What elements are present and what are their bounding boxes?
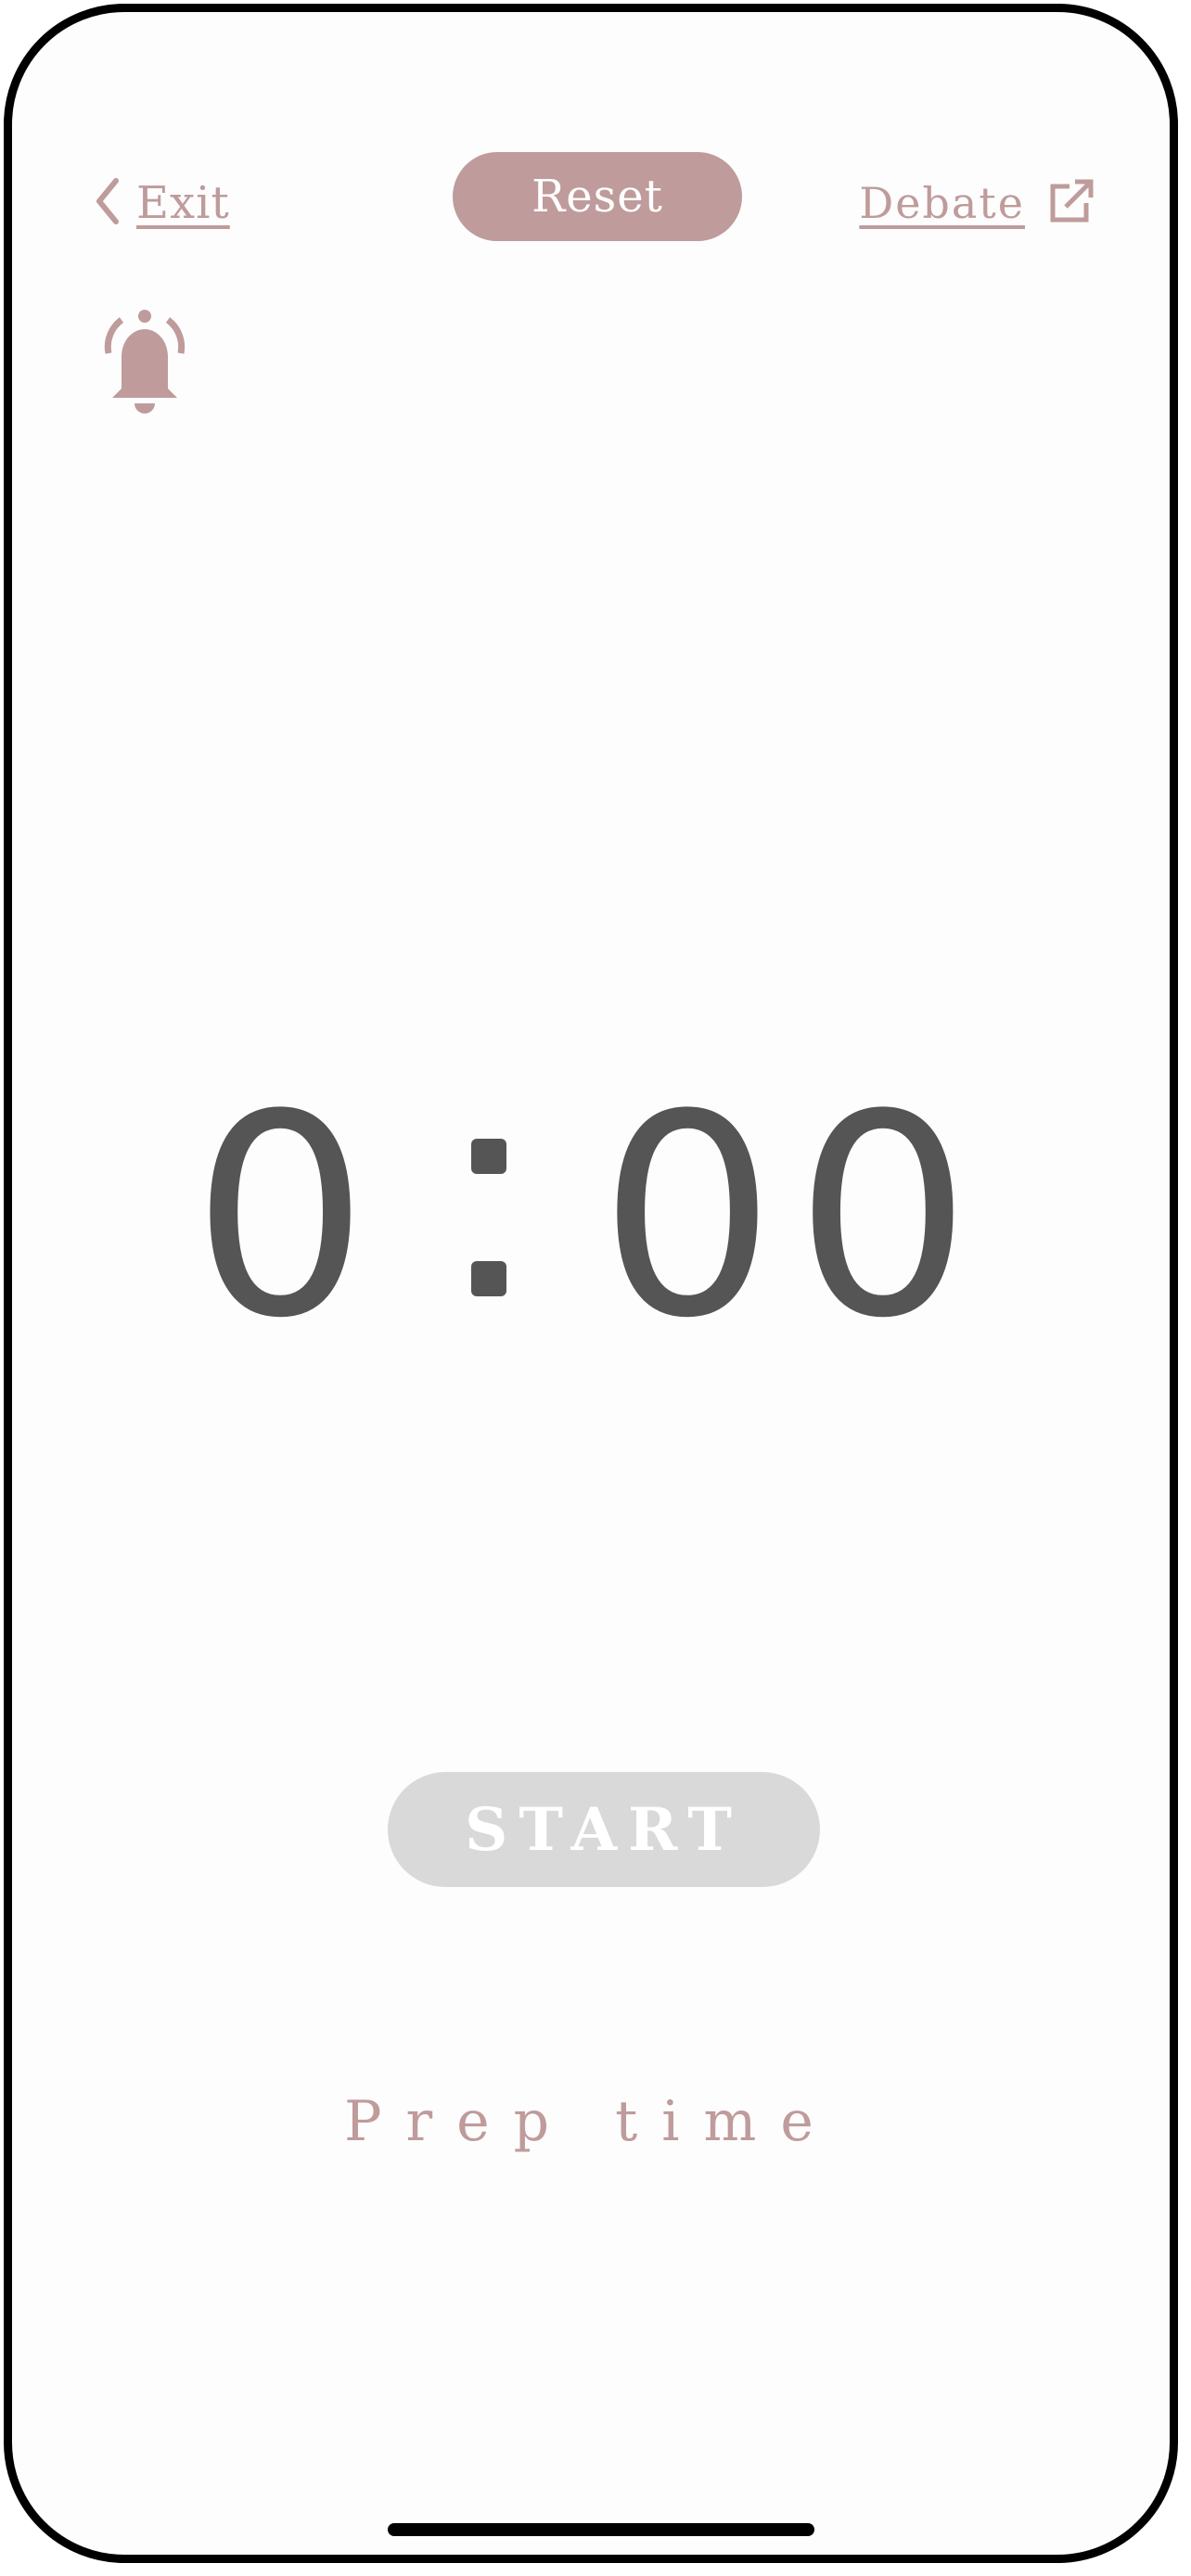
chevron-left-icon (96, 177, 120, 229)
bell-icon (84, 310, 205, 424)
reset-button[interactable]: Reset (453, 152, 742, 241)
phone-frame: Exit Reset Debate 0 00 START Prep time (4, 4, 1178, 2563)
exit-label: Exit (136, 177, 230, 229)
top-bar: Exit Reset Debate (12, 12, 1170, 253)
timer-colon (470, 1139, 506, 1296)
mode-label: Prep time (344, 2089, 838, 2154)
debate-link[interactable]: Debate (859, 177, 1095, 229)
alarm-bell-button[interactable] (84, 300, 205, 420)
colon-dot-top (470, 1139, 506, 1174)
timer-minutes: 0 (191, 1055, 369, 1379)
timer-seconds: 00 (598, 1055, 991, 1379)
debate-label: Debate (859, 178, 1025, 228)
colon-dot-bottom (470, 1261, 506, 1296)
start-button[interactable]: START (388, 1772, 820, 1887)
external-link-icon (1047, 177, 1095, 229)
home-indicator[interactable] (388, 2523, 814, 2536)
exit-link[interactable]: Exit (96, 177, 230, 229)
countdown-display: 0 00 (12, 1078, 1170, 1357)
